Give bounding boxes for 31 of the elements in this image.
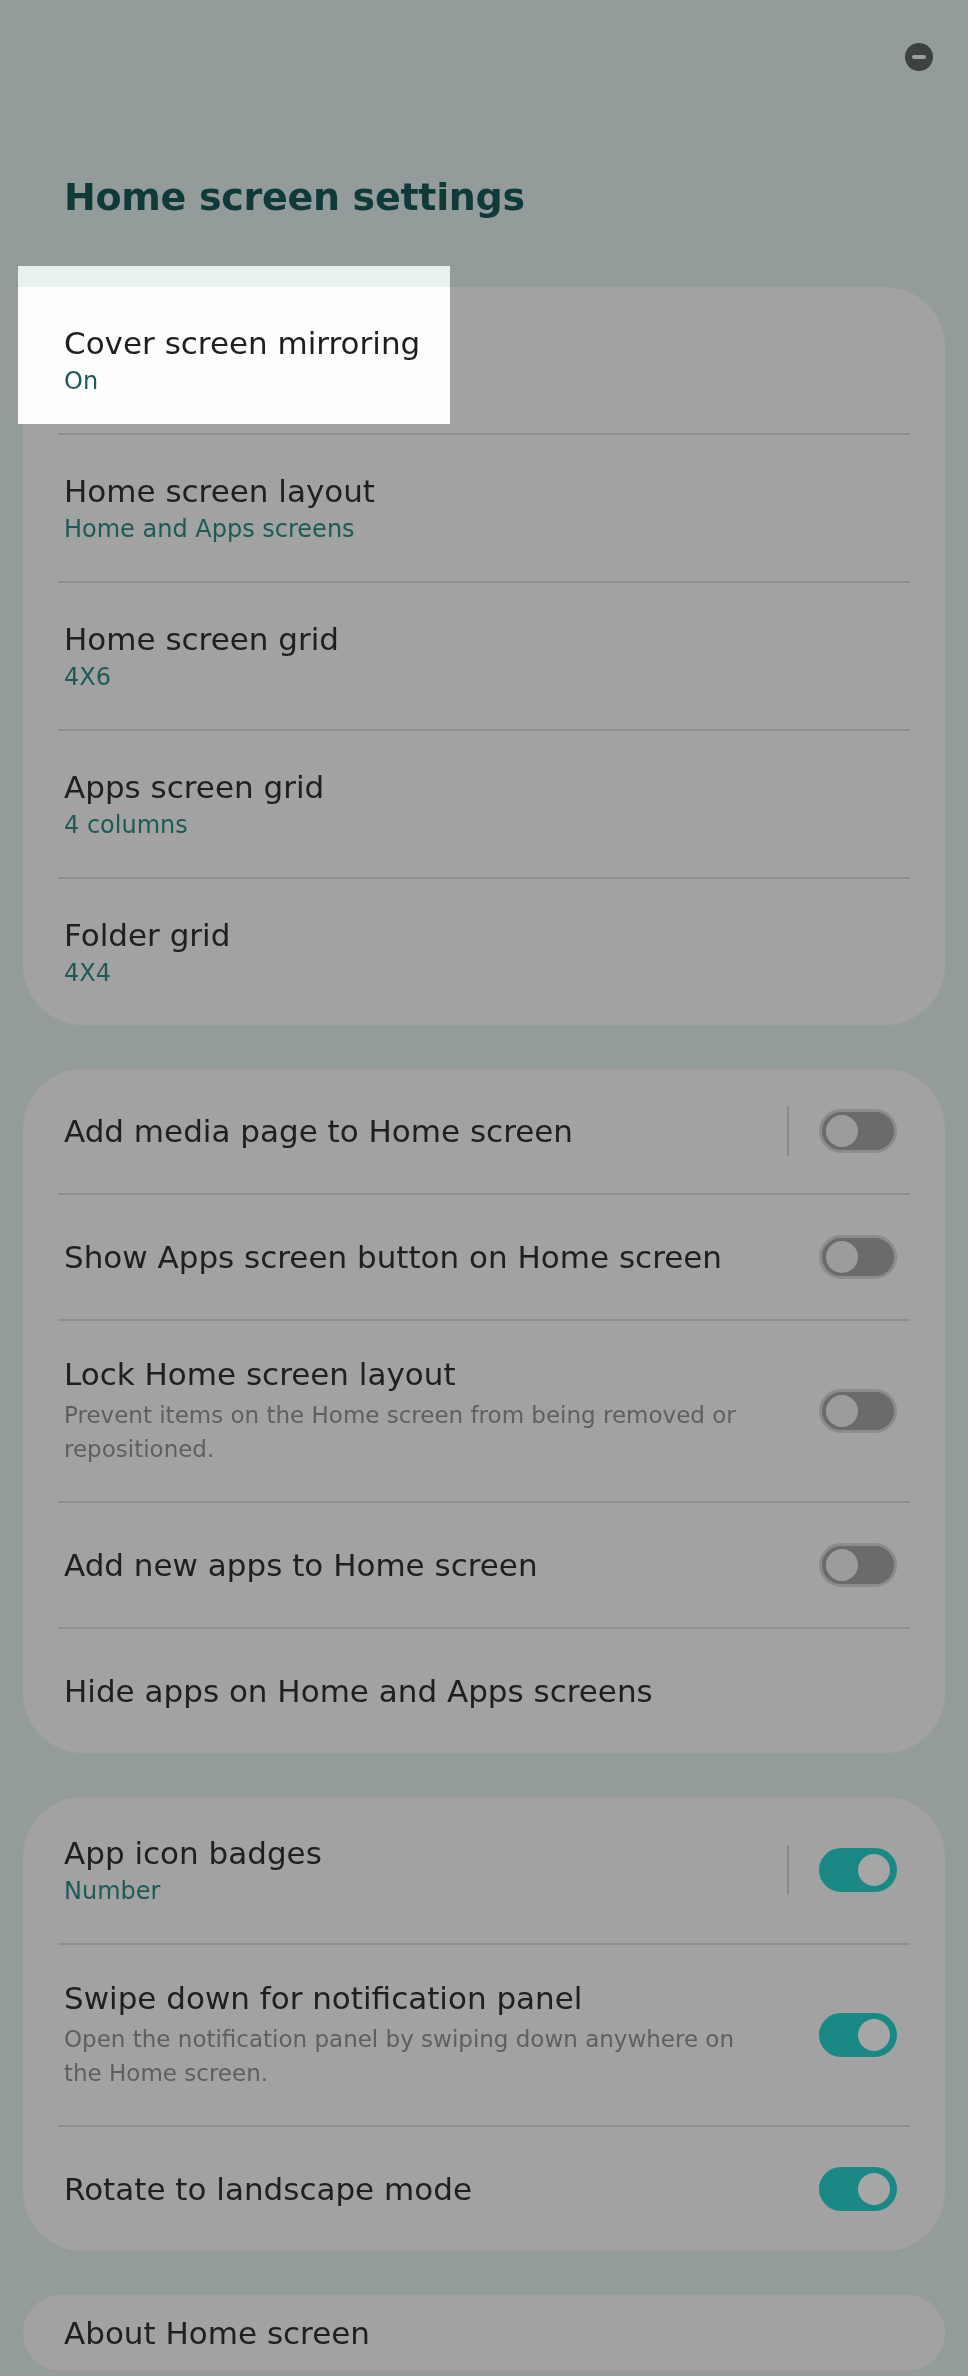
setting-value: 4X4 — [64, 959, 112, 987]
toggle-switch[interactable] — [819, 1543, 897, 1587]
toggle-switch[interactable] — [819, 1235, 897, 1279]
setting-description: Prevent items on the Home screen from being removed or repositioned. — [64, 1401, 737, 1464]
setting-value: Number — [64, 1877, 162, 1905]
setting-description: Open the notification panel by swiping down anywhere on the Home screen. — [64, 2025, 735, 2088]
setting-title[interactable]: Add media page to Home screen — [64, 1113, 787, 1149]
setting-title[interactable]: Home screen grid — [64, 621, 910, 657]
setting-title[interactable]: Apps screen grid — [64, 769, 910, 805]
toggle-switch[interactable] — [819, 1389, 897, 1433]
minus-circle-icon[interactable] — [904, 42, 934, 72]
setting-title[interactable]: Swipe down for notification panel — [64, 1980, 819, 2016]
setting-title[interactable]: App icon badges — [64, 1835, 787, 1871]
toggle-switch[interactable] — [819, 2167, 897, 2211]
toggle-switch[interactable] — [819, 1109, 897, 1153]
setting-value: On — [64, 367, 100, 395]
setting-title[interactable]: Folder grid — [64, 917, 910, 953]
setting-title[interactable]: Rotate to landscape mode — [64, 2171, 819, 2207]
toggle-switch[interactable] — [819, 1848, 897, 1892]
setting-value: Home and Apps screens — [64, 515, 356, 543]
setting-title[interactable]: Home screen layout — [64, 473, 910, 509]
setting-value: 4 columns — [64, 811, 189, 839]
page-title: Home screen settings — [64, 175, 526, 219]
setting-title[interactable]: Show Apps screen button on Home screen — [64, 1239, 819, 1275]
setting-value: 4X6 — [64, 663, 112, 691]
setting-title[interactable]: Hide apps on Home and Apps screens — [64, 1673, 910, 1709]
toggle-switch[interactable] — [819, 2013, 897, 2057]
setting-title[interactable]: Add new apps to Home screen — [64, 1547, 819, 1583]
setting-title[interactable]: Lock Home screen layout — [64, 1356, 819, 1392]
setting-title[interactable]: About Home screen — [64, 2315, 910, 2351]
setting-title[interactable]: Cover screen mirroring — [64, 325, 910, 361]
